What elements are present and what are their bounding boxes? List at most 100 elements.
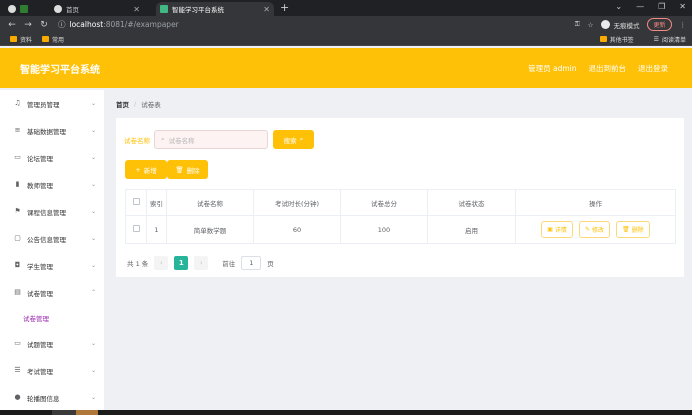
trash-icon: 🗑 <box>622 226 630 233</box>
goto-page-input[interactable]: 1 <box>241 256 262 270</box>
plus-icon: + <box>135 165 141 174</box>
browser-tab[interactable] <box>8 2 38 16</box>
cell-status: 启用 <box>427 215 516 244</box>
update-button[interactable]: 更新 <box>647 18 672 31</box>
add-button-label: 新增 <box>143 166 157 175</box>
pagination: 共 1 条 ‹ 1 › 前往 1 页 <box>127 256 274 270</box>
sidebar-item-notice[interactable]: ▢ 公告信息管理 ⌄ <box>0 225 104 252</box>
chevron-down-icon: ⌄ <box>90 262 96 269</box>
detail-label: 详情 <box>554 227 567 234</box>
column-header: 索引 <box>146 189 167 216</box>
sidebar: ♫ 管理员管理 ⌄ ≡ 基础数据管理 ⌄ ▭ 论坛管理 ⌄ ▮ 教师管理 ⌄ ⚑ 课程信息管理 ⌄ … <box>0 90 104 413</box>
folder-icon <box>42 36 50 42</box>
browser-tab-home[interactable]: 首页 ✕ <box>50 2 140 16</box>
breadcrumb-current: 试卷表 <box>141 101 161 109</box>
delete-button[interactable]: 🗑 删除 <box>167 160 208 179</box>
close-window-icon[interactable]: ✕ <box>679 2 686 11</box>
search-placeholder: 试卷名称 <box>168 136 195 145</box>
search-icon: ⌕ <box>299 135 304 143</box>
search-input[interactable]: ⌕ 试卷名称 <box>154 130 268 149</box>
logout-link[interactable]: 退出登录 <box>638 63 668 74</box>
info-icon: ⓘ <box>58 20 66 29</box>
bookmark-folder[interactable]: 资料 <box>10 35 32 44</box>
next-page-button[interactable]: › <box>194 256 209 270</box>
app-header: 智能学习平台系统 管理员 admin 退出到前台 退出登录 <box>0 48 692 88</box>
delete-label: 删除 <box>631 227 644 234</box>
browser-tab-bar: 首页 ✕ 智能学习平台系统 ✕ + ⌄ — ❐ ✕ <box>0 0 692 16</box>
search-button[interactable]: 搜索 ⌕ <box>273 130 314 149</box>
cell-duration: 60 <box>253 215 341 244</box>
taskbar-item[interactable] <box>52 410 76 415</box>
app-icon <box>20 5 28 13</box>
sidebar-item-forum[interactable]: ▭ 论坛管理 ⌄ <box>0 144 104 171</box>
user-badge-icon: ◘ <box>14 261 21 269</box>
row-delete-button[interactable]: 🗑 删除 <box>616 221 650 238</box>
edit-button[interactable]: ✎ 修改 <box>579 221 611 238</box>
new-tab-button[interactable]: + <box>280 1 289 14</box>
reload-icon[interactable]: ↻ <box>36 20 52 30</box>
key-icon[interactable]: ⚿ <box>575 20 580 29</box>
sidebar-item-basedata[interactable]: ≡ 基础数据管理 ⌄ <box>0 117 104 144</box>
table-row: 1 简单数学题 60 100 启用 ▣ 详情 ✎ 修改 🗑 删除 <box>125 215 676 244</box>
chevron-down-icon: ⌄ <box>90 394 96 401</box>
submenu-item-exampaper[interactable]: 试卷管理 <box>0 306 104 330</box>
sidebar-item-exampaper[interactable]: ▤ 试卷管理 ⌃ <box>0 279 104 306</box>
delete-button-label: 删除 <box>186 166 200 175</box>
breadcrumb-home[interactable]: 首页 <box>116 99 129 109</box>
sidebar-item-admin[interactable]: ♫ 管理员管理 ⌄ <box>0 90 104 117</box>
data-table: 索引 试卷名称 考试时长(分钟) 试卷总分 试卷状态 操作 1 简单数学题 60… <box>125 189 676 244</box>
column-header: 试卷状态 <box>427 189 516 216</box>
close-icon[interactable]: ✕ <box>133 5 140 14</box>
list-icon: ≡ <box>14 126 21 134</box>
breadcrumb: 首页 / 试卷表 <box>116 98 161 110</box>
column-header: 操作 <box>515 189 676 216</box>
column-header: 考试时长(分钟) <box>253 189 341 216</box>
reading-list[interactable]: ☰ 阅读清单 <box>654 35 686 44</box>
folder-icon <box>10 36 17 42</box>
prev-page-button[interactable]: ‹ <box>154 256 169 270</box>
incognito-label: 无痕模式 <box>613 21 640 30</box>
incognito-icon <box>601 20 611 29</box>
add-button[interactable]: + 新增 <box>125 160 167 179</box>
page-suffix: 页 <box>267 260 274 268</box>
bookmark-label: 阅读清单 <box>661 36 686 44</box>
taskbar-item[interactable] <box>76 410 98 415</box>
select-all-checkbox[interactable] <box>132 198 140 205</box>
sidebar-item-question[interactable]: ▭ 试题管理 ⌄ <box>0 330 104 357</box>
back-to-front-link[interactable]: 退出到前台 <box>589 63 627 74</box>
breadcrumb-separator: / <box>134 100 137 108</box>
page-number[interactable]: 1 <box>174 256 189 270</box>
row-checkbox[interactable] <box>132 225 140 232</box>
monitor-icon: ▭ <box>14 153 21 161</box>
url-field[interactable]: ⓘ localhost:8081/#/exampaper <box>58 19 179 30</box>
more-icon[interactable]: ⋮ <box>680 21 687 29</box>
sidebar-item-teacher[interactable]: ▮ 教师管理 ⌄ <box>0 171 104 198</box>
sidebar-item-label: 公告信息管理 <box>27 235 66 244</box>
tab-label: 智能学习平台系统 <box>172 6 224 14</box>
chevron-down-icon: ⌄ <box>90 181 96 188</box>
cell-score: 100 <box>340 215 428 244</box>
sidebar-item-carousel[interactable]: ● 轮播图信息 ⌄ <box>0 384 104 411</box>
other-bookmarks[interactable]: 其他书签 <box>599 35 634 44</box>
back-icon[interactable]: ← <box>4 20 20 30</box>
browser-tab-active[interactable]: 智能学习平台系统 ✕ <box>156 2 274 16</box>
bookmark-folder[interactable]: 常用 <box>42 35 64 44</box>
sidebar-item-student[interactable]: ◘ 学生管理 ⌄ <box>0 252 104 279</box>
column-header: 试卷总分 <box>340 189 428 216</box>
goto-label: 前往 <box>222 260 236 268</box>
url-path: :8081/#/exampaper <box>103 20 179 29</box>
incognito-indicator[interactable]: 无痕模式 <box>601 20 639 30</box>
chevron-down-icon[interactable]: ⌄ <box>615 2 622 11</box>
sidebar-item-label: 学生管理 <box>27 262 53 271</box>
sidebar-item-exam[interactable]: ☰ 考试管理 ⌄ <box>0 357 104 384</box>
minimize-icon[interactable]: — <box>636 2 644 11</box>
detail-button[interactable]: ▣ 详情 <box>541 221 573 238</box>
flag-icon: ⚑ <box>14 207 21 215</box>
restore-icon[interactable]: ❐ <box>658 2 665 11</box>
forward-icon[interactable]: → <box>20 20 36 30</box>
sidebar-item-course[interactable]: ⚑ 课程信息管理 ⌄ <box>0 198 104 225</box>
search-label: 试卷名称 <box>124 137 150 145</box>
address-bar: ← → ↻ ⓘ localhost:8081/#/exampaper ⚿ ☆ 无… <box>0 16 692 33</box>
star-icon[interactable]: ☆ <box>588 21 594 29</box>
close-icon[interactable]: ✕ <box>263 5 270 14</box>
